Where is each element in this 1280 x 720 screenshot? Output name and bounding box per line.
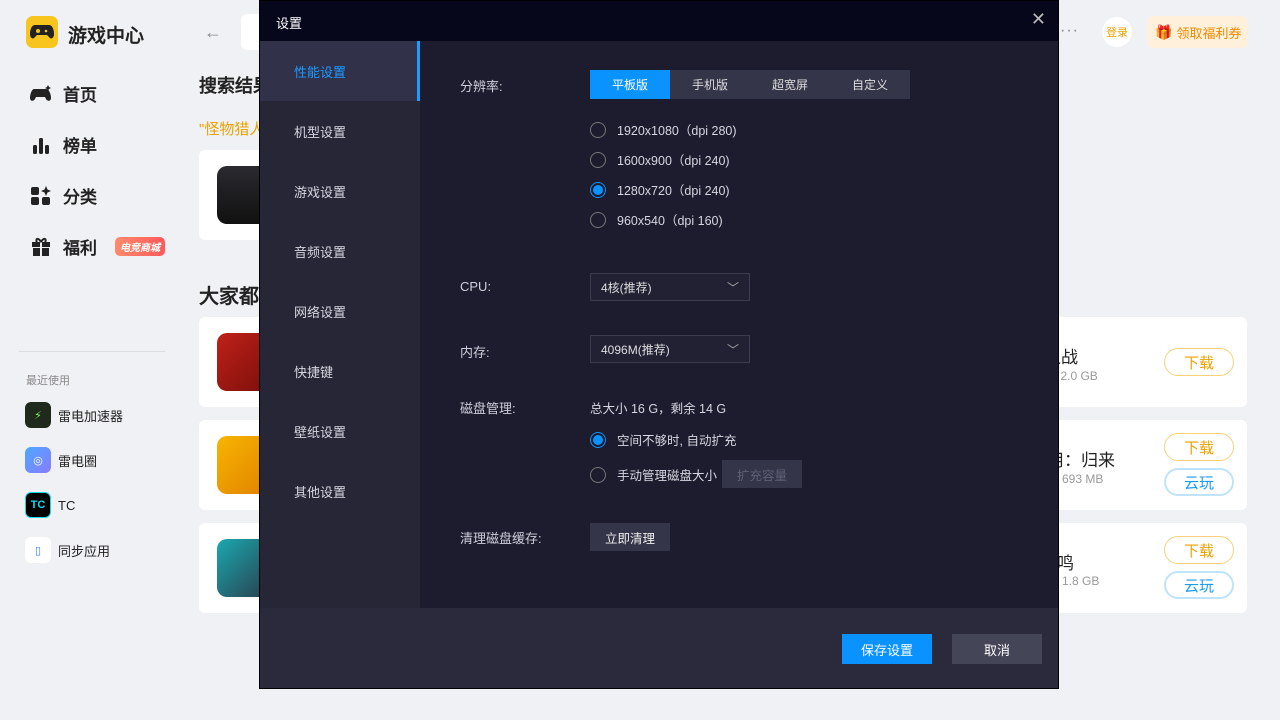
grid-icon [30,185,52,207]
recent-label: TC [58,497,76,513]
dialog-title: 设置 [260,1,1058,41]
recent-item[interactable]: ◎ 雷电圈 [25,447,97,473]
recent-item[interactable]: ⚡ 雷电加速器 [25,402,123,428]
chevron-down-icon: ﹀ [726,280,739,295]
radio-button[interactable] [590,211,606,228]
close-icon[interactable]: ✕ [1031,9,1046,30]
sidebar-item-home[interactable]: 首页 [30,81,97,106]
tab-custom[interactable]: 自定义 [830,70,910,99]
nav-performance[interactable]: 性能设置 [260,41,420,101]
cloud-play-button[interactable]: 云玩 [1164,468,1234,496]
radio-button[interactable] [590,466,606,483]
sidebar-item-label: 福利 [63,239,97,258]
tc-icon: TC [25,492,51,518]
option-label: 960x540（dpi 160) [617,214,723,228]
cancel-button[interactable]: 取消 [952,634,1042,664]
gamepad-icon [30,83,52,105]
nav-other[interactable]: 其他设置 [260,461,420,521]
radio-button-selected[interactable] [590,181,606,198]
disk-manual-option[interactable]: 手动管理磁盘大小 [590,465,717,484]
disk-info: 总大小 16 G，剩余 14 G [590,402,727,416]
option-label: 1280x720（dpi 240) [617,184,730,198]
coupon-button[interactable]: 🎁 领取福利券 [1147,16,1248,48]
cpu-label: CPU: [460,279,492,294]
resolution-option[interactable]: 1280x720（dpi 240) [590,180,730,199]
sidebar-item-label: 首页 [63,86,97,105]
memory-value: 4096M(推荐) [601,342,670,357]
esports-mall-badge: 电竞商城 [115,237,165,256]
coupon-label: 领取福利券 [1176,25,1242,41]
sync-app-icon: ▯ [25,537,51,563]
app-title: 游戏中心 [68,26,145,47]
cpu-select[interactable]: 4核(推荐) ﹀ [590,273,750,301]
bar-chart-icon [30,134,52,156]
radio-button-selected[interactable] [590,431,606,448]
nav-network[interactable]: 网络设置 [260,281,420,341]
recent-item[interactable]: TC TC [25,492,75,518]
resolution-tabs: 平板版 手机版 超宽屏 自定义 [590,70,910,99]
cloud-play-button[interactable]: 云玩 [1164,571,1234,599]
clear-cache-label: 清理磁盘缓存: [460,531,542,546]
memory-label: 内存: [460,345,490,360]
disk-auto-option[interactable]: 空间不够时, 自动扩充 [590,430,736,449]
popular-title: 大家都 [199,286,259,308]
gift-lock-icon: 🎁 [1155,23,1173,40]
recent-title: 最近使用 [26,375,70,387]
settings-nav: 性能设置 机型设置 游戏设置 音频设置 网络设置 快捷键 壁纸设置 其他设置 [260,41,420,608]
nav-device-model[interactable]: 机型设置 [260,101,420,161]
recent-label: 同步应用 [58,543,111,559]
login-button[interactable]: 登录 [1102,17,1132,47]
gift-icon [30,236,52,258]
download-button[interactable]: 下载 [1164,536,1234,564]
tab-ultrawide[interactable]: 超宽屏 [750,70,830,99]
nav-game[interactable]: 游戏设置 [260,161,420,221]
nav-wallpaper[interactable]: 壁纸设置 [260,401,420,461]
game-name: 鸣 [1057,554,1074,573]
back-icon[interactable]: ← [204,22,222,43]
resolution-option[interactable]: 1600x900（dpi 240) [590,150,730,169]
sidebar-divider [19,351,165,352]
option-label: 1920x1080（dpi 280) [617,124,737,138]
search-query: "怪物猎人 [199,121,265,138]
dialog-footer: 保存设置 取消 [260,608,1058,688]
app-logo [26,16,58,48]
radio-button[interactable] [590,121,606,138]
more-icon[interactable]: ··· [1060,22,1079,40]
sidebar-item-welfare[interactable]: 福利 电竞商城 [30,234,165,259]
settings-dialog: 设置 ✕ 性能设置 机型设置 游戏设置 音频设置 网络设置 快捷键 壁纸设置 其… [259,0,1059,689]
chevron-down-icon: ﹀ [726,342,739,357]
sidebar-item-ranking[interactable]: 榜单 [30,132,97,157]
cpu-value: 4核(推荐) [601,280,652,295]
option-label: 1600x900（dpi 240) [617,154,730,168]
memory-select[interactable]: 4096M(推荐) ﹀ [590,335,750,363]
sidebar-item-label: 分类 [63,188,97,207]
sidebar-item-label: 榜单 [63,137,97,156]
resolution-option[interactable]: 1920x1080（dpi 280) [590,120,737,139]
circle-app-icon: ◎ [25,447,51,473]
game-size: 1.8 GB [1062,574,1100,588]
accelerator-icon: ⚡ [25,402,51,428]
query-text: 怪物猎人 [204,121,265,138]
save-button[interactable]: 保存设置 [842,634,932,664]
nav-audio[interactable]: 音频设置 [260,221,420,281]
recent-label: 雷电圈 [58,453,98,469]
disk-label: 磁盘管理: [460,401,516,416]
sidebar-item-category[interactable]: 分类 [30,183,97,208]
tab-phone[interactable]: 手机版 [670,70,750,99]
recent-label: 雷电加速器 [58,408,124,424]
tab-tablet[interactable]: 平板版 [590,70,670,99]
game-size: 693 MB [1062,472,1104,486]
option-label: 手动管理磁盘大小 [617,469,718,483]
clean-now-button[interactable]: 立即清理 [590,523,670,551]
nav-shortcuts[interactable]: 快捷键 [260,341,420,401]
recent-item[interactable]: ▯ 同步应用 [25,537,110,563]
expand-capacity-button[interactable]: 扩充容量 [722,460,802,488]
resolution-label: 分辨率: [460,79,503,94]
radio-button[interactable] [590,151,606,168]
download-button[interactable]: 下载 [1164,433,1234,461]
download-button[interactable]: 下载 [1164,348,1234,376]
resolution-option[interactable]: 960x540（dpi 160) [590,210,723,229]
option-label: 空间不够时, 自动扩充 [617,434,737,448]
game-size: | 2.0 GB [1054,369,1098,383]
